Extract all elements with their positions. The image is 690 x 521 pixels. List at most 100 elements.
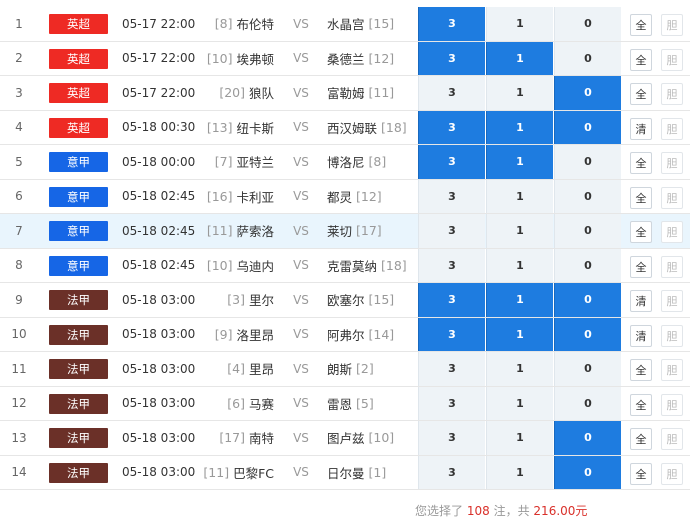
select-all-button[interactable]: 全 — [630, 221, 652, 243]
select-all-button[interactable]: 全 — [630, 186, 652, 209]
away-team[interactable]: 富勒姆 [11] — [327, 76, 417, 110]
loss-option[interactable]: 0 — [554, 317, 621, 351]
away-team[interactable]: 图卢兹 [10] — [327, 421, 417, 455]
home-team[interactable]: [11] 萨索洛 — [154, 214, 274, 248]
win-option[interactable]: 3 — [418, 421, 485, 455]
select-all-button[interactable]: 全 — [630, 83, 652, 105]
select-all-button[interactable]: 全 — [630, 14, 652, 36]
loss-option[interactable]: 0 — [554, 455, 621, 489]
league-badge[interactable]: 法甲 — [49, 290, 108, 310]
away-team[interactable]: 桑德兰 [12] — [327, 42, 417, 76]
win-option[interactable]: 3 — [418, 110, 485, 144]
loss-option[interactable]: 0 — [554, 386, 621, 420]
win-option[interactable]: 3 — [418, 214, 485, 248]
draw-option[interactable]: 1 — [486, 386, 553, 420]
loss-option[interactable]: 0 — [554, 421, 621, 455]
home-team[interactable]: [3] 里尔 — [154, 283, 274, 317]
banker-button[interactable]: 胆 — [661, 48, 683, 71]
select-all-button[interactable]: 全 — [630, 359, 652, 381]
home-team[interactable]: [16] 卡利亚 — [154, 180, 274, 214]
select-all-button[interactable]: 全 — [630, 393, 652, 416]
draw-option[interactable]: 1 — [486, 248, 553, 282]
draw-option[interactable]: 1 — [486, 179, 553, 213]
loss-option[interactable]: 0 — [554, 352, 621, 386]
draw-option[interactable]: 1 — [486, 317, 553, 351]
home-team[interactable]: [8] 布伦特 — [154, 7, 274, 41]
select-all-button[interactable]: 清 — [630, 324, 652, 347]
banker-button[interactable]: 胆 — [661, 255, 683, 278]
select-all-button[interactable]: 全 — [630, 255, 652, 278]
select-all-button[interactable]: 全 — [630, 462, 652, 485]
loss-option[interactable]: 0 — [554, 248, 621, 282]
banker-button[interactable]: 胆 — [661, 393, 683, 416]
league-badge[interactable]: 英超 — [49, 48, 108, 69]
away-team[interactable]: 阿弗尔 [14] — [327, 318, 417, 352]
draw-option[interactable]: 1 — [486, 110, 553, 144]
loss-option[interactable]: 0 — [554, 76, 621, 110]
league-badge[interactable]: 法甲 — [49, 428, 108, 448]
league-badge[interactable]: 意甲 — [49, 186, 108, 207]
loss-option[interactable]: 0 — [554, 179, 621, 213]
banker-button[interactable]: 胆 — [661, 428, 683, 450]
banker-button[interactable]: 胆 — [661, 324, 683, 347]
win-option[interactable]: 3 — [418, 317, 485, 351]
league-badge[interactable]: 法甲 — [49, 359, 108, 379]
draw-option[interactable]: 1 — [486, 7, 553, 41]
win-option[interactable]: 3 — [418, 283, 485, 317]
league-badge[interactable]: 意甲 — [49, 221, 108, 241]
draw-option[interactable]: 1 — [486, 421, 553, 455]
away-team[interactable]: 日尔曼 [1] — [327, 456, 417, 490]
select-all-button[interactable]: 全 — [630, 152, 652, 174]
win-option[interactable]: 3 — [418, 179, 485, 213]
win-option[interactable]: 3 — [418, 145, 485, 179]
draw-option[interactable]: 1 — [486, 283, 553, 317]
draw-option[interactable]: 1 — [486, 214, 553, 248]
away-team[interactable]: 水晶宫 [15] — [327, 7, 417, 41]
draw-option[interactable]: 1 — [486, 76, 553, 110]
home-team[interactable]: [4] 里昂 — [154, 352, 274, 386]
loss-option[interactable]: 0 — [554, 41, 621, 75]
league-badge[interactable]: 法甲 — [49, 462, 108, 483]
away-team[interactable]: 雷恩 [5] — [327, 387, 417, 421]
select-all-button[interactable]: 清 — [630, 290, 652, 312]
home-team[interactable]: [9] 洛里昂 — [154, 318, 274, 352]
draw-option[interactable]: 1 — [486, 455, 553, 489]
banker-button[interactable]: 胆 — [661, 14, 683, 36]
home-team[interactable]: [10] 埃弗顿 — [154, 42, 274, 76]
away-team[interactable]: 西汉姆联 [18] — [327, 111, 417, 145]
banker-button[interactable]: 胆 — [661, 221, 683, 243]
win-option[interactable]: 3 — [418, 455, 485, 489]
home-team[interactable]: [17] 南特 — [154, 421, 274, 455]
banker-button[interactable]: 胆 — [661, 359, 683, 381]
loss-option[interactable]: 0 — [554, 214, 621, 248]
win-option[interactable]: 3 — [418, 41, 485, 75]
home-team[interactable]: [10] 乌迪内 — [154, 249, 274, 283]
league-badge[interactable]: 意甲 — [49, 152, 108, 172]
league-badge[interactable]: 英超 — [49, 14, 108, 34]
win-option[interactable]: 3 — [418, 7, 485, 41]
home-team[interactable]: [11] 巴黎FC — [154, 456, 274, 490]
away-team[interactable]: 克雷莫纳 [18] — [327, 249, 417, 283]
select-all-button[interactable]: 全 — [630, 48, 652, 71]
banker-button[interactable]: 胆 — [661, 152, 683, 174]
away-team[interactable]: 都灵 [12] — [327, 180, 417, 214]
home-team[interactable]: [7] 亚特兰 — [154, 145, 274, 179]
home-team[interactable]: [20] 狼队 — [154, 76, 274, 110]
away-team[interactable]: 莱切 [17] — [327, 214, 417, 248]
league-badge[interactable]: 英超 — [49, 117, 108, 138]
away-team[interactable]: 欧塞尔 [15] — [327, 283, 417, 317]
banker-button[interactable]: 胆 — [661, 462, 683, 485]
loss-option[interactable]: 0 — [554, 283, 621, 317]
banker-button[interactable]: 胆 — [661, 186, 683, 209]
loss-option[interactable]: 0 — [554, 7, 621, 41]
home-team[interactable]: [6] 马赛 — [154, 387, 274, 421]
league-badge[interactable]: 法甲 — [49, 324, 108, 345]
win-option[interactable]: 3 — [418, 386, 485, 420]
select-all-button[interactable]: 全 — [630, 428, 652, 450]
banker-button[interactable]: 胆 — [661, 117, 683, 140]
draw-option[interactable]: 1 — [486, 41, 553, 75]
win-option[interactable]: 3 — [418, 352, 485, 386]
league-badge[interactable]: 意甲 — [49, 255, 108, 276]
loss-option[interactable]: 0 — [554, 145, 621, 179]
league-badge[interactable]: 法甲 — [49, 393, 108, 414]
